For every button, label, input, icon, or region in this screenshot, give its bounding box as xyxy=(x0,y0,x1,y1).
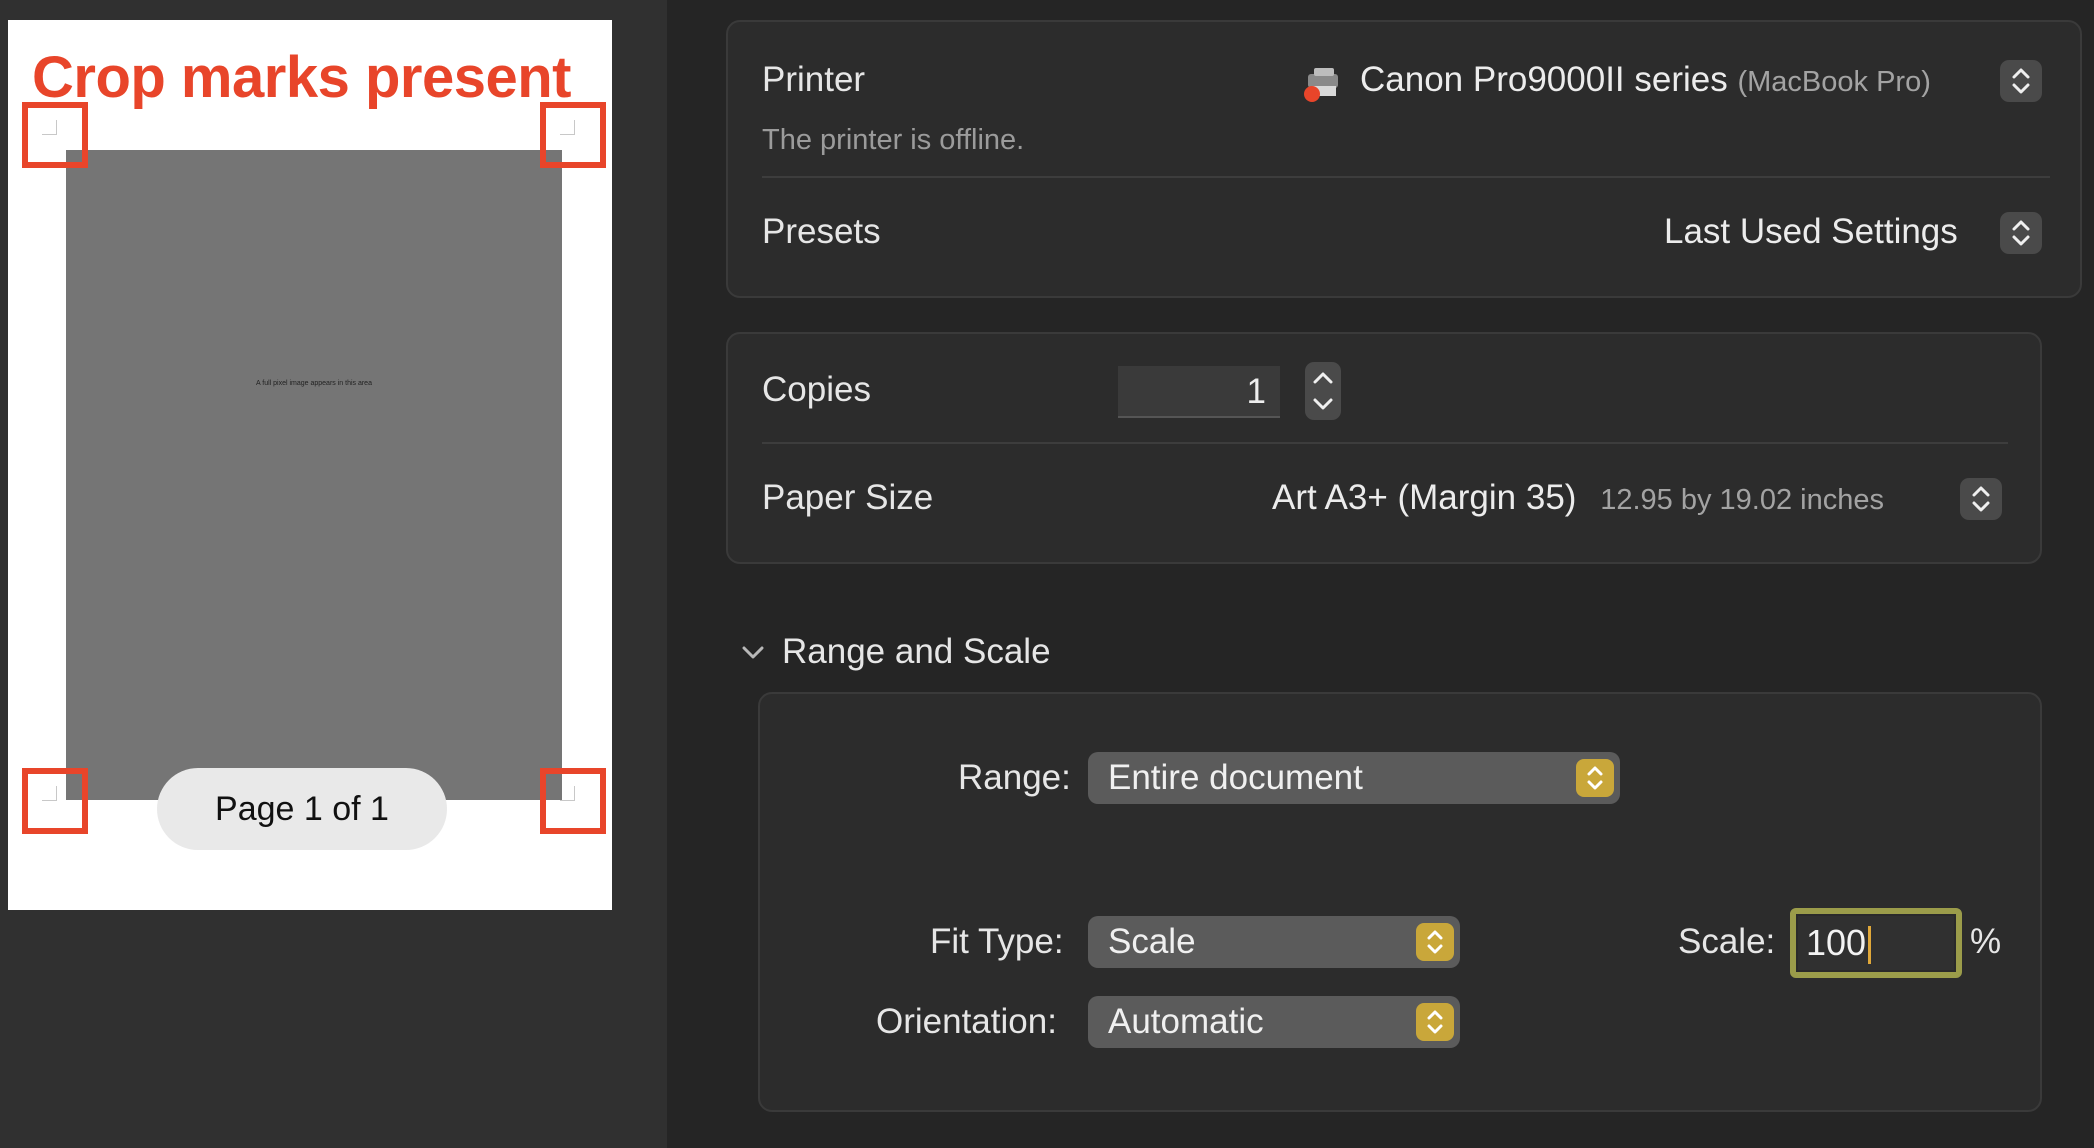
preview-pane: A full pixel image appears in this area … xyxy=(0,0,667,1148)
crop-mark-top-right xyxy=(540,102,606,168)
presets-label: Presets xyxy=(762,212,881,251)
range-and-scale-header[interactable]: Range and Scale xyxy=(782,632,1051,672)
printer-name: Canon Pro9000II series xyxy=(1360,60,1728,99)
printer-host: (MacBook Pro) xyxy=(1737,66,1931,98)
fit-type-label: Fit Type: xyxy=(930,922,1064,961)
crop-mark-bottom-left xyxy=(22,768,88,834)
presets-popup-button[interactable] xyxy=(2000,212,2042,254)
printer-selector[interactable]: Canon Pro9000II series (MacBook Pro) xyxy=(1360,60,1931,100)
paper-size-selector[interactable]: Art A3+ (Margin 35) 12.95 by 19.02 inche… xyxy=(1272,478,1884,518)
crop-marks-annotation: Crop marks present xyxy=(32,45,571,110)
copies-label: Copies xyxy=(762,370,871,409)
orientation-label: Orientation: xyxy=(876,1002,1057,1041)
scale-input[interactable]: 100 xyxy=(1790,908,1962,978)
presets-value[interactable]: Last Used Settings xyxy=(1664,212,1958,252)
fit-type-value: Scale xyxy=(1108,922,1196,961)
crop-mark-bottom-right xyxy=(540,768,606,834)
range-popup[interactable]: Entire document xyxy=(1088,752,1620,804)
scale-label: Scale: xyxy=(1678,922,1776,961)
page-indicator: Page 1 of 1 xyxy=(157,768,447,850)
preview-image-area: A full pixel image appears in this area xyxy=(66,150,562,800)
scale-unit: % xyxy=(1970,922,2002,961)
scale-value: 100 xyxy=(1806,922,1867,963)
popup-arrow-icon xyxy=(1416,1003,1454,1041)
printer-label: Printer xyxy=(762,60,866,99)
preview-image-caption: A full pixel image appears in this area xyxy=(256,380,372,387)
range-value: Entire document xyxy=(1108,758,1363,797)
scale-input-inner[interactable]: 100 xyxy=(1798,916,1954,970)
chevron-up-down-icon xyxy=(1972,486,1990,512)
chevron-down-icon[interactable] xyxy=(740,642,766,662)
popup-arrow-icon xyxy=(1576,759,1614,797)
crop-mark-top-left xyxy=(22,102,88,168)
copies-divider xyxy=(762,442,2008,444)
copies-input[interactable]: 1 xyxy=(1118,366,1280,418)
printer-icon xyxy=(1304,68,1338,102)
printer-popup-button[interactable] xyxy=(2000,60,2042,102)
paper-size-label: Paper Size xyxy=(762,478,934,517)
copies-stepper[interactable] xyxy=(1305,362,1341,420)
stepper-arrows-icon xyxy=(1313,372,1333,410)
paper-size-value: Art A3+ (Margin 35) xyxy=(1272,478,1577,517)
range-label: Range: xyxy=(958,758,1071,797)
chevron-up-down-icon xyxy=(2012,68,2030,94)
text-caret xyxy=(1868,926,1872,965)
printer-status: The printer is offline. xyxy=(762,124,1025,156)
popup-arrow-icon xyxy=(1416,923,1454,961)
orientation-popup[interactable]: Automatic xyxy=(1088,996,1460,1048)
paper-size-popup-button[interactable] xyxy=(1960,478,2002,520)
chevron-up-down-icon xyxy=(2012,220,2030,246)
printer-divider xyxy=(762,176,2050,178)
fit-type-popup[interactable]: Scale xyxy=(1088,916,1460,968)
orientation-value: Automatic xyxy=(1108,1002,1264,1041)
paper-size-dimensions: 12.95 by 19.02 inches xyxy=(1600,484,1884,516)
copies-paper-panel xyxy=(726,332,2042,564)
